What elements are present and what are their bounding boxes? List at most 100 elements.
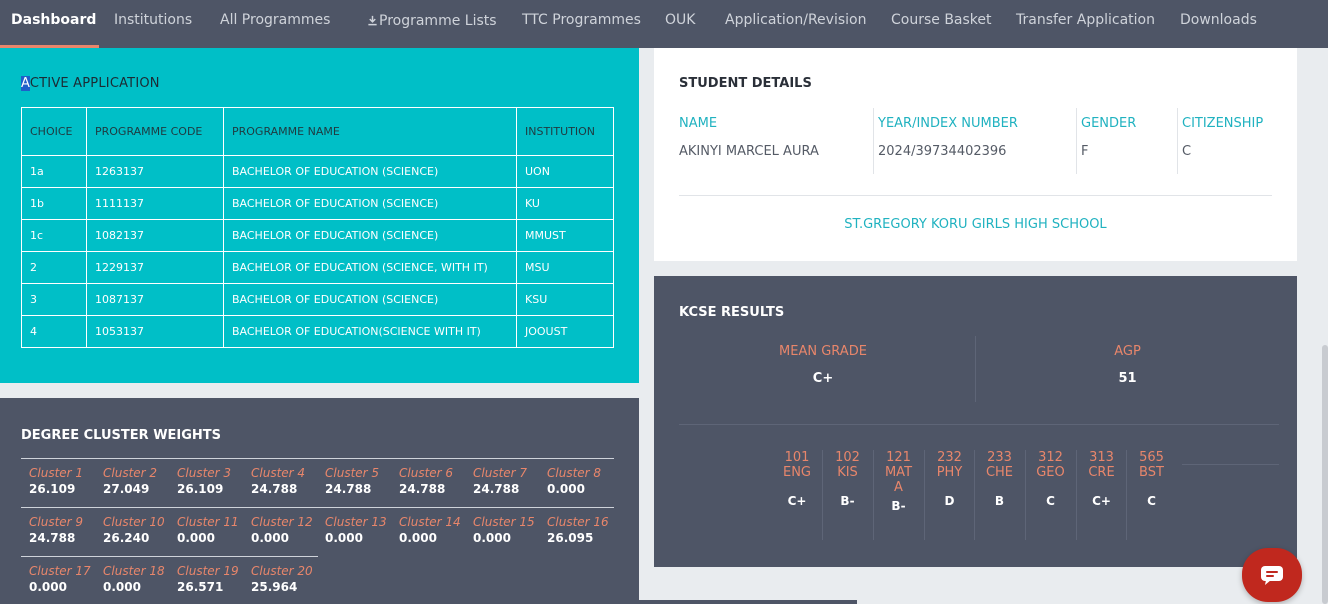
cluster-name: Cluster 8 (547, 466, 602, 480)
cell-choice: 2 (21, 251, 87, 284)
cluster-row-divider (21, 458, 614, 459)
cluster-value: 24.788 (473, 482, 520, 496)
nav-item-downloads[interactable]: Downloads (1180, 12, 1257, 28)
subject-item: 101 ENG C+ (772, 450, 822, 540)
cluster-value: 0.000 (177, 531, 215, 545)
application-table: CHOICE PROGRAMME CODE PROGRAMME NAME INS… (21, 107, 614, 348)
student-citizenship-field: CITIZENSHIP C (1177, 108, 1277, 174)
citizenship-label: CITIZENSHIP (1182, 116, 1264, 131)
cluster-name: Cluster 5 (325, 466, 380, 480)
cluster-value: 26.109 (29, 482, 76, 496)
student-name-field: NAME AKINYI MARCEL AURA (675, 108, 873, 174)
cluster-item: Cluster 10 26.240 (103, 515, 177, 545)
cluster-name: Cluster 11 (177, 515, 239, 529)
cell-choice: 1a (21, 155, 87, 188)
student-divider (679, 195, 1272, 196)
cluster-name: Cluster 2 (103, 466, 158, 480)
cluster-name: Cluster 3 (177, 466, 232, 480)
nav-item-transfer-application[interactable]: Transfer Application (1016, 12, 1155, 28)
nav-item-programme-lists[interactable]: Programme Lists (367, 13, 497, 29)
cluster-name: Cluster 12 (251, 515, 313, 529)
cluster-name: Cluster 14 (399, 515, 461, 529)
kcse-results-title: KCSE RESULTS (679, 305, 785, 320)
cluster-item: Cluster 7 24.788 (473, 466, 547, 496)
subject-grade: C+ (1092, 494, 1111, 508)
cell-name: BACHELOR OF EDUCATION (SCIENCE) (223, 187, 517, 220)
cell-choice: 1b (21, 187, 87, 220)
nav-item-course-basket[interactable]: Course Basket (891, 12, 992, 28)
cluster-value: 26.571 (177, 580, 224, 594)
cell-institution: JOOUST (516, 315, 614, 348)
subject-name: CHE (985, 465, 1014, 480)
cluster-value: 25.964 (251, 580, 298, 594)
title-selected-letter: A (21, 76, 30, 91)
subject-grade: D (944, 494, 955, 508)
cell-name: BACHELOR OF EDUCATION (SCIENCE, WITH IT) (223, 251, 517, 284)
subject-name: BST (1139, 465, 1164, 480)
chat-button[interactable] (1242, 548, 1302, 602)
kcse-divider (679, 424, 1279, 425)
nav-item-dashboard[interactable]: Dashboard (11, 12, 96, 28)
subject-code: 233 (987, 450, 1012, 465)
bottom-panel-edge (639, 600, 857, 604)
subject-item: 565 BST C (1126, 450, 1176, 540)
cluster-value: 27.049 (103, 482, 150, 496)
cluster-name: Cluster 13 (325, 515, 387, 529)
subject-row-divider (1182, 464, 1279, 465)
table-row: 1c 1082137 BACHELOR OF EDUCATION (SCIENC… (21, 219, 614, 252)
subject-item: 121 MATA B- (873, 450, 923, 540)
cluster-name: Cluster 16 (547, 515, 609, 529)
subject-name: CRE (1088, 465, 1115, 480)
cluster-name: Cluster 17 (29, 564, 91, 578)
subject-grade: B- (891, 499, 906, 513)
cluster-name: Cluster 4 (251, 466, 306, 480)
cluster-value: 26.109 (177, 482, 224, 496)
nav-item-ouk[interactable]: OUK (665, 12, 695, 28)
table-row: 1a 1263137 BACHELOR OF EDUCATION (SCIENC… (21, 155, 614, 188)
cluster-item: Cluster 9 24.788 (29, 515, 103, 545)
cluster-value: 26.240 (103, 531, 150, 545)
subject-code: 313 (1089, 450, 1114, 465)
subject-grade: C (1147, 494, 1156, 508)
cluster-name: Cluster 7 (473, 466, 528, 480)
cell-choice: 4 (21, 315, 87, 348)
subject-item: 102 KIS B- (822, 450, 872, 540)
cluster-value: 0.000 (547, 482, 585, 496)
cluster-item: Cluster 1 26.109 (29, 466, 103, 496)
subject-item: 313 CRE C+ (1076, 450, 1126, 540)
cluster-name: Cluster 10 (103, 515, 165, 529)
school-name: ST.GREGORY KORU GIRLS HIGH SCHOOL (844, 217, 1107, 232)
cluster-weights-panel: DEGREE CLUSTER WEIGHTS Cluster 1 26.109 C… (0, 398, 639, 604)
cluster-name: Cluster 19 (177, 564, 239, 578)
cluster-item: Cluster 8 0.000 (547, 466, 621, 496)
cluster-item: Cluster 4 24.788 (251, 466, 325, 496)
top-nav: Dashboard Institutions All Programmes Pr… (0, 0, 1328, 48)
cluster-name: Cluster 15 (473, 515, 535, 529)
cluster-item: Cluster 16 26.095 (547, 515, 621, 545)
table-row: 4 1053137 BACHELOR OF EDUCATION(SCIENCE … (21, 315, 614, 348)
page-scrollbar[interactable] (1322, 345, 1328, 604)
nav-item-ttc-programmes[interactable]: TTC Programmes (522, 12, 641, 28)
cluster-item: Cluster 2 27.049 (103, 466, 177, 496)
cell-choice: 1c (21, 219, 87, 252)
cell-institution: KU (516, 187, 614, 220)
agp-value: 51 (1118, 371, 1137, 386)
subject-name: ENG (782, 465, 811, 480)
nav-item-application-revision[interactable]: Application/Revision (725, 12, 866, 28)
cluster-name: Cluster 9 (29, 515, 84, 529)
cluster-row-divider (21, 556, 318, 557)
index-value: 2024/39734402396 (878, 144, 1007, 159)
agp-box: AGP 51 (975, 336, 1279, 402)
nav-item-all-programmes[interactable]: All Programmes (220, 12, 330, 28)
cluster-item: Cluster 5 24.788 (325, 466, 399, 496)
subject-code: 101 (784, 450, 810, 465)
nav-item-institutions[interactable]: Institutions (114, 12, 192, 28)
cell-name: BACHELOR OF EDUCATION (SCIENCE) (223, 219, 517, 252)
cluster-item: Cluster 20 25.964 (251, 564, 325, 594)
student-details-title: STUDENT DETAILS (679, 76, 812, 91)
cell-code: 1053137 (86, 315, 224, 348)
chat-bubble-icon (1261, 566, 1283, 585)
cell-name: BACHELOR OF EDUCATION(SCIENCE WITH IT) (223, 315, 517, 348)
cluster-item: Cluster 14 0.000 (399, 515, 473, 545)
cluster-item: Cluster 12 0.000 (251, 515, 325, 545)
